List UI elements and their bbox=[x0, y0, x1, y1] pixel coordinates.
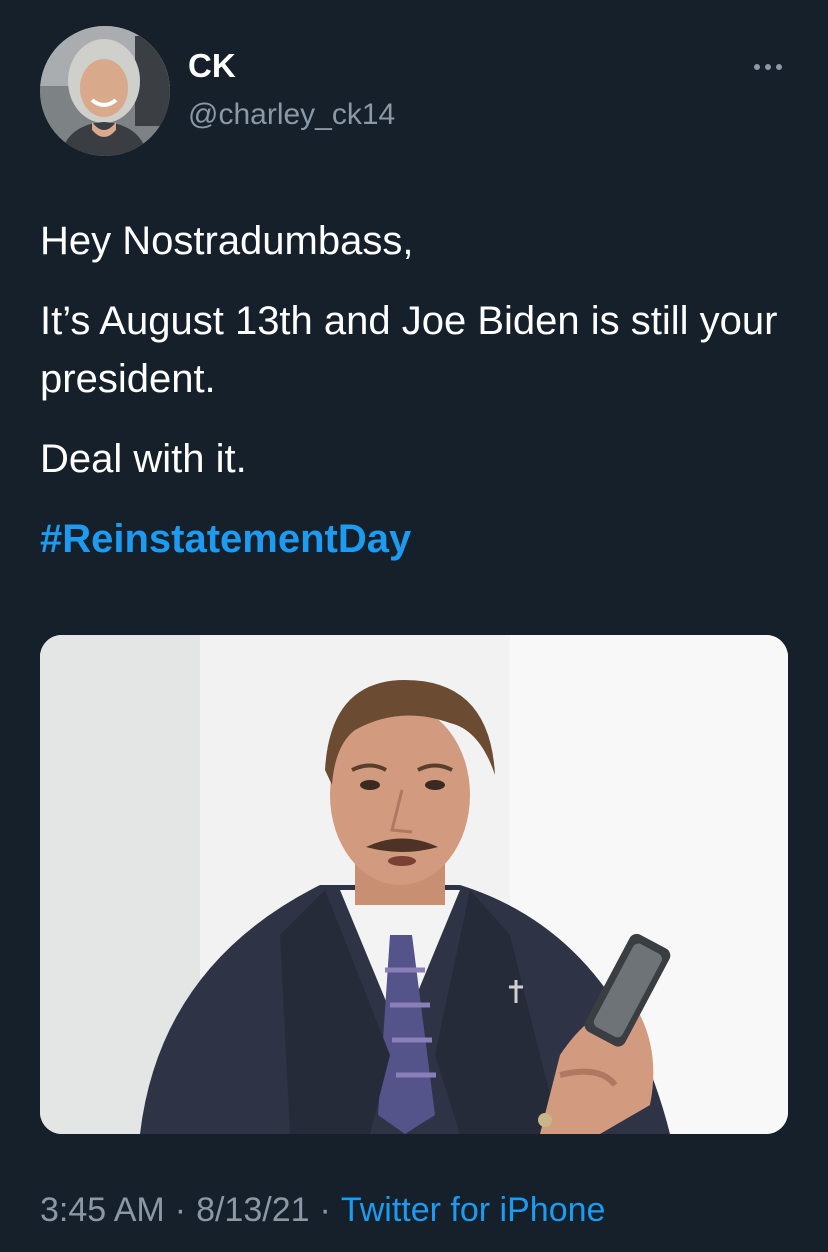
meta-separator: · bbox=[319, 1191, 331, 1229]
user-handle[interactable]: @charley_ck14 bbox=[188, 96, 395, 134]
hashtag-link[interactable]: #ReinstatementDay bbox=[40, 517, 411, 561]
tweet-source-link[interactable]: Twitter for iPhone bbox=[341, 1191, 606, 1229]
tweet-time: 3:45 AM bbox=[40, 1191, 165, 1229]
tweet-date: 8/13/21 bbox=[196, 1191, 310, 1229]
tweet-photo[interactable] bbox=[40, 635, 788, 1134]
tweet-paragraph: Hey Nostradumbass, bbox=[40, 219, 414, 263]
tweet-container: CK @charley_ck14 Hey Nostradumbass, It’s… bbox=[0, 0, 828, 1252]
meta-separator: · bbox=[174, 1191, 187, 1229]
more-options-icon[interactable] bbox=[748, 52, 788, 82]
avatar[interactable] bbox=[40, 26, 170, 156]
tweet-paragraph: Deal with it. bbox=[40, 437, 247, 481]
avatar-photo-icon bbox=[40, 26, 170, 156]
display-name[interactable]: CK bbox=[188, 46, 236, 86]
man-with-phone-photo-icon bbox=[40, 635, 788, 1134]
tweet-meta: 3:45 AM · 8/13/21 · Twitter for iPhone bbox=[40, 1188, 605, 1232]
tweet-paragraph: It’s August 13th and Joe Biden is still … bbox=[40, 299, 778, 401]
tweet-text: Hey Nostradumbass, It’s August 13th and … bbox=[40, 212, 800, 590]
